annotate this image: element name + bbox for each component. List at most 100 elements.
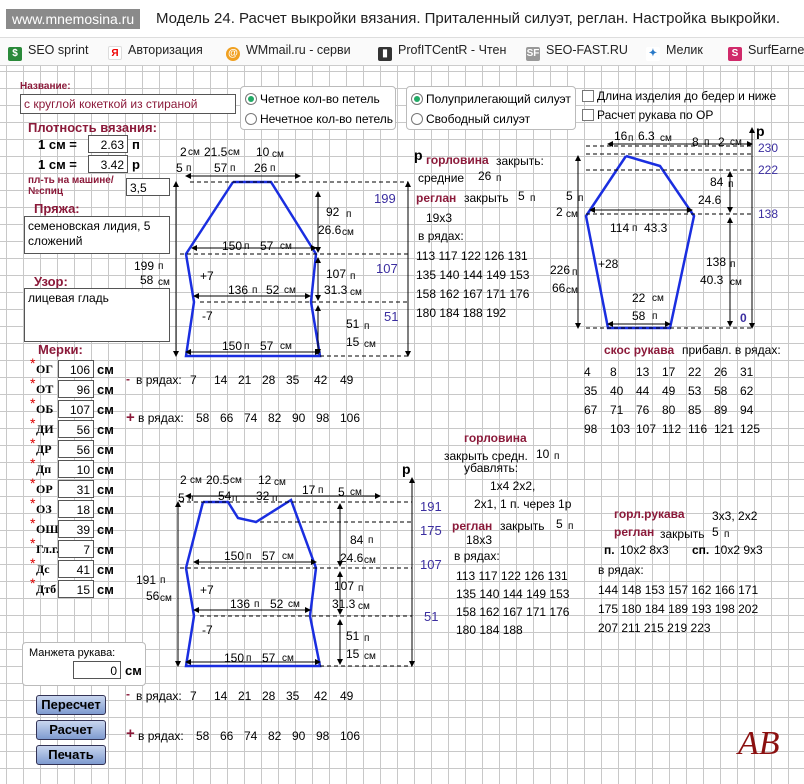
back-neck-mid-val: 26 (478, 169, 492, 183)
bookmark-melik[interactable]: ✦ Мелик (646, 43, 703, 61)
bookmark-surfearner[interactable]: S SurfEarne (728, 43, 804, 61)
measure-input[interactable]: 106 (58, 360, 94, 378)
bookmark-seo-sprint[interactable]: $ SEO sprint (8, 43, 88, 61)
row-number: 21 (238, 689, 252, 703)
front-label: 12 (258, 473, 272, 487)
back-neck-close: закрыть: (496, 154, 544, 168)
sleeve-label: 2 (556, 205, 563, 219)
sleeve-in-rows: в рядах: (598, 563, 644, 577)
front-label: 150 (224, 549, 245, 563)
measure-input[interactable]: 31 (58, 480, 94, 498)
needle-input[interactable]: 3,5 (126, 178, 170, 196)
required-star: * (30, 355, 36, 371)
front-label: см (190, 475, 202, 486)
radio-semi[interactable] (411, 93, 423, 105)
row-number: 74 (244, 411, 258, 425)
sleeve-label: см (652, 293, 664, 304)
sleeve-or-option[interactable]: Расчет рукава по ОР (582, 109, 713, 121)
front-label: п (318, 485, 324, 496)
sleeve-row-cell: 125 (740, 422, 761, 436)
row-number: 82 (268, 729, 282, 743)
back-minus-in-rows: в рядах: (136, 373, 182, 387)
cm-label-1: 1 см = (38, 137, 77, 152)
row-number: 28 (262, 373, 276, 387)
sleeve-row-cell: 98 (584, 422, 598, 436)
semi-fitted-option[interactable]: Полуприлегающий силуэт (411, 93, 571, 105)
front-label: 51 (346, 629, 360, 643)
sleeve-label: 2 (718, 135, 725, 149)
print-button[interactable]: Печать (36, 745, 106, 765)
sleeve-row-cell: 31 (740, 365, 754, 379)
measure-unit: см (97, 582, 114, 597)
front-label: п (358, 583, 364, 594)
even-option[interactable]: Четное кол-во петель (245, 93, 380, 105)
name-input[interactable]: с круглой кокеткой из стираной пряжи (20, 94, 236, 114)
loop-parity-group: Четное кол-во петель Нечетное кол-во пет… (240, 86, 396, 130)
front-label: см (350, 487, 362, 498)
back-in-rows: в рядах: (418, 229, 464, 243)
radio-even[interactable] (245, 93, 257, 105)
bookmark-profit[interactable]: ▮ ProfITCentR - Чтен (378, 43, 506, 61)
row-number: 49 (340, 689, 354, 703)
pattern-textarea[interactable]: лицевая гладь (24, 288, 170, 342)
back-label: 57 (214, 161, 228, 175)
sleeve-label: см (566, 285, 578, 296)
front-label: см (282, 653, 294, 664)
sleeve-neck-row: 144 148 153 157 162 166 171 (598, 583, 759, 597)
front-label: 84 (350, 533, 364, 547)
measure-input[interactable]: 41 (58, 560, 94, 578)
measure-input[interactable]: 15 (58, 580, 94, 598)
rows-per-cm-input[interactable]: 3.42 (88, 155, 128, 173)
calc-button[interactable]: Расчет (36, 720, 106, 740)
back-label: 199 (134, 259, 155, 273)
back-label: п (186, 163, 192, 174)
row-number: 66 (220, 411, 234, 425)
row-number: 28 (262, 689, 276, 703)
bookmark-seofast[interactable]: SF SEO-FAST.RU (526, 43, 628, 61)
hip-length-checkbox[interactable] (582, 90, 594, 102)
radio-odd[interactable] (245, 113, 257, 125)
front-label: 56 (146, 589, 160, 603)
measure-input[interactable]: 39 (58, 520, 94, 538)
measure-input[interactable]: 56 (58, 420, 94, 438)
back-label: 150 (222, 239, 243, 253)
sleeve-row-count: 138 (758, 207, 779, 221)
back-raglan-label: реглан (416, 191, 457, 205)
front-label: п (160, 575, 166, 586)
front-label: 5 (338, 485, 345, 499)
row-number: 35 (286, 373, 300, 387)
measure-input[interactable]: 10 (58, 460, 94, 478)
loops-per-cm-input[interactable]: 2.63 (88, 135, 128, 153)
back-row-count: 199 (374, 191, 396, 206)
back-label: -7 (202, 309, 213, 323)
back-label: п (350, 271, 356, 282)
measure-label: ОГ (36, 362, 53, 376)
front-in-rows: в рядах: (454, 549, 500, 563)
cuff-input[interactable]: 0 (73, 661, 121, 679)
measure-input[interactable]: 96 (58, 380, 94, 398)
measure-input[interactable]: 107 (58, 400, 94, 418)
sleeve-or-checkbox[interactable] (582, 109, 594, 121)
sleeve-label: см (660, 133, 672, 144)
sleeve-row-cell: 26 (714, 365, 728, 379)
sleeve-row-cell: 22 (688, 365, 702, 379)
sleeve-raglan-unit: п (724, 529, 730, 540)
back-raglan-rows: 19х3 (426, 211, 453, 225)
free-option[interactable]: Свободный силуэт (411, 113, 530, 125)
front-row-list-item: 158 162 167 171 176 (456, 605, 570, 619)
odd-option[interactable]: Нечетное кол-во петель (245, 113, 393, 125)
bookmark-auth[interactable]: Я Авторизация (108, 43, 203, 60)
front-label: п (368, 535, 374, 546)
radio-free[interactable] (411, 113, 423, 125)
bookmark-wmmail[interactable]: @ WMmail.ru - серви (226, 43, 351, 61)
front-decr-1: 1х4 2х2, (490, 479, 536, 493)
measure-label: ДИ (36, 422, 54, 436)
yarn-textarea[interactable]: семеновская лидия, 5 сложений (24, 216, 170, 254)
measure-input[interactable]: 18 (58, 500, 94, 518)
hip-length-option[interactable]: Длина изделия до бедер и ниже (582, 90, 776, 102)
measure-input[interactable]: 7 (58, 540, 94, 558)
measure-input[interactable]: 56 (58, 440, 94, 458)
url-field[interactable]: www.mnemosina.ru (6, 9, 141, 29)
back-label: 21.5 (204, 145, 228, 159)
recalc-button[interactable]: Пересчет (36, 695, 106, 715)
